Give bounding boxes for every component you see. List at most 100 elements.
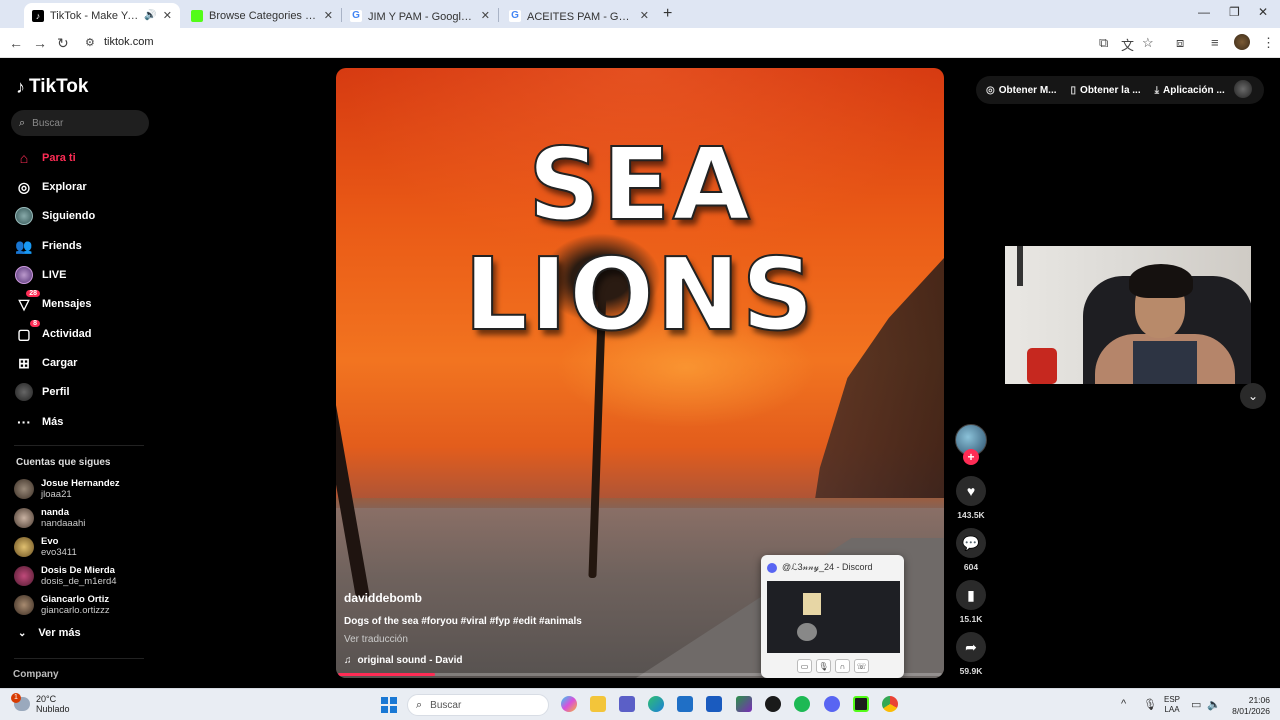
taskbar-search[interactable]: ⌕ bbox=[407, 694, 549, 716]
nav-live[interactable]: LIVE bbox=[14, 264, 66, 286]
sidebar-divider bbox=[14, 658, 144, 659]
nav-actividad[interactable]: ▢ 8 Actividad bbox=[14, 320, 92, 345]
camera-icon[interactable]: ▭ bbox=[797, 659, 812, 673]
tab-title: JIM Y PAM - Google 検索 bbox=[368, 10, 475, 23]
more-icon: ··· bbox=[17, 414, 31, 430]
back-icon[interactable]: ← bbox=[9, 35, 23, 51]
bookmark-star-icon[interactable]: ☆ bbox=[1142, 35, 1154, 51]
spotify-icon[interactable] bbox=[794, 696, 810, 712]
close-window-icon[interactable]: ✕ bbox=[1258, 5, 1268, 19]
translate-link[interactable]: Ver traducción bbox=[344, 634, 408, 645]
search-box[interactable]: ⌕ bbox=[11, 110, 149, 136]
discord-window-thumbnail[interactable] bbox=[767, 581, 900, 653]
xbox-app-icon[interactable] bbox=[736, 696, 752, 712]
get-coins-button[interactable]: ◎ Obtener M... bbox=[986, 85, 1057, 96]
nav-mas[interactable]: ··· Más bbox=[14, 411, 63, 433]
reading-list-icon[interactable]: ≡ bbox=[1211, 35, 1219, 50]
messages-icon: ▽ 28 bbox=[14, 290, 40, 314]
nav-para-ti[interactable]: ⌂ Para ti bbox=[14, 147, 76, 169]
browser-menu-icon[interactable]: ⋮ bbox=[1262, 35, 1275, 51]
comment-action[interactable]: 💬 604 bbox=[955, 528, 987, 572]
minimize-icon[interactable]: — bbox=[1198, 5, 1210, 19]
next-video-chevron-icon[interactable]: ⌄ bbox=[1240, 383, 1266, 409]
comment-icon[interactable]: 💬 bbox=[956, 528, 986, 558]
share-action[interactable]: ➦ 59.9K bbox=[955, 632, 987, 676]
desktop-app-button[interactable]: ⤓ Aplicación ... bbox=[1155, 85, 1225, 96]
reload-icon[interactable]: ↻ bbox=[57, 35, 69, 52]
edge-icon[interactable] bbox=[648, 696, 664, 712]
language-indicator[interactable]: ESP LAA bbox=[1164, 695, 1180, 715]
close-tab-icon[interactable]: ✕ bbox=[324, 9, 333, 22]
kick-app-icon[interactable] bbox=[853, 696, 869, 712]
webcam-background-frame bbox=[1017, 246, 1023, 286]
weather-widget[interactable]: 1 20°C Nublado bbox=[11, 693, 70, 714]
following-item[interactable]: Dosis De Mierda dosis_de_m1erd4 bbox=[14, 565, 117, 587]
following-item[interactable]: nanda nandaaahi bbox=[14, 507, 85, 529]
windows-start-icon[interactable] bbox=[381, 697, 397, 713]
nav-explorar[interactable]: ◎ Explorar bbox=[14, 176, 87, 198]
x-app-icon[interactable] bbox=[765, 696, 781, 712]
sound-label: original sound - David bbox=[357, 655, 463, 666]
extensions-icon[interactable]: ⧈ bbox=[1176, 35, 1184, 51]
taskbar-search-input[interactable] bbox=[430, 699, 531, 711]
file-explorer-icon[interactable] bbox=[590, 696, 606, 712]
nav-perfil[interactable]: Perfil bbox=[14, 381, 70, 403]
close-tab-icon[interactable]: ✕ bbox=[163, 9, 172, 22]
bookmark-icon[interactable]: ▮ bbox=[956, 580, 986, 610]
chrome-icon[interactable] bbox=[882, 696, 898, 712]
discord-preview-popup[interactable]: @ℒ3𝓃𝓃𝓎_24 - Discord ▭ 🎙 ∩ ☏ bbox=[761, 555, 904, 678]
volume-icon[interactable]: 🔈 bbox=[1207, 698, 1221, 711]
tab-google-aceites[interactable]: G ACEITES PAM - Google 検索 ✕ bbox=[501, 3, 657, 28]
network-icon[interactable]: ▭ bbox=[1191, 698, 1201, 711]
video-sound[interactable]: ♫ original sound - David bbox=[344, 655, 463, 666]
tray-expand-icon[interactable]: ^ bbox=[1121, 698, 1126, 710]
discord-taskbar-icon[interactable] bbox=[824, 696, 840, 712]
forward-icon[interactable]: → bbox=[33, 35, 47, 51]
nav-cargar[interactable]: ⊞ Cargar bbox=[14, 352, 77, 374]
following-item[interactable]: Josue Hernandez jloaa21 bbox=[14, 478, 120, 500]
site-info-icon[interactable]: ⚙ bbox=[85, 36, 95, 49]
close-tab-icon[interactable]: ✕ bbox=[640, 9, 649, 22]
share-icon[interactable]: ➦ bbox=[956, 632, 986, 662]
tiktok-logo[interactable]: ♪ TikTok bbox=[16, 76, 88, 98]
copilot-icon[interactable] bbox=[561, 696, 577, 712]
install-app-icon[interactable]: ⧉ bbox=[1099, 35, 1108, 51]
save-action[interactable]: ▮ 15.1K bbox=[955, 580, 987, 624]
system-clock[interactable]: 21:06 8/01/2026 bbox=[1226, 695, 1270, 717]
nav-friends[interactable]: 👥 Friends bbox=[14, 235, 81, 257]
translate-icon[interactable]: 文 bbox=[1121, 35, 1134, 54]
microphone-tray-icon[interactable]: 🎙 bbox=[1143, 698, 1157, 711]
like-action[interactable]: ♥ 143.5K bbox=[955, 476, 987, 520]
top-actions-bar: ◎ Obtener M... ▯ Obtener la ... ⤓ Aplica… bbox=[976, 76, 1264, 104]
video-author[interactable]: daviddebomb bbox=[344, 591, 422, 605]
microphone-icon[interactable]: 🎙 bbox=[816, 659, 831, 673]
restore-icon[interactable]: ❐ bbox=[1229, 5, 1240, 19]
following-item[interactable]: Evo evo3411 bbox=[14, 536, 77, 558]
follow-plus-button[interactable]: + bbox=[963, 449, 979, 465]
speaker-icon[interactable]: 🔊 bbox=[144, 10, 156, 21]
nav-label: Perfil bbox=[42, 386, 70, 398]
browser-profile-avatar[interactable] bbox=[1234, 34, 1250, 50]
outlook-icon[interactable] bbox=[677, 696, 693, 712]
user-avatar[interactable] bbox=[1234, 80, 1252, 98]
search-input[interactable] bbox=[32, 117, 133, 129]
close-tab-icon[interactable]: ✕ bbox=[481, 9, 490, 22]
new-tab-icon[interactable]: + bbox=[663, 5, 672, 23]
url-field[interactable]: tiktok.com bbox=[104, 36, 154, 48]
store-icon[interactable] bbox=[706, 696, 722, 712]
tab-tiktok[interactable]: ♪ TikTok - Make Your Day 🔊 ✕ bbox=[24, 3, 180, 28]
tab-google-jim[interactable]: G JIM Y PAM - Google 検索 ✕ bbox=[342, 3, 498, 28]
tab-kick[interactable]: Browse Categories - Kick Stream ✕ bbox=[183, 3, 341, 28]
company-link[interactable]: Company bbox=[13, 669, 59, 680]
hangup-icon[interactable]: ☏ bbox=[854, 659, 869, 673]
lang-line1: ESP bbox=[1164, 695, 1181, 704]
following-item[interactable]: Giancarlo Ortiz giancarlo.ortizzz bbox=[14, 594, 110, 616]
see-more-button[interactable]: ⌄ Ver más bbox=[18, 627, 81, 639]
get-app-button[interactable]: ▯ Obtener la ... bbox=[1071, 85, 1141, 96]
nav-siguiendo[interactable]: Siguiendo bbox=[14, 205, 95, 227]
nav-mensajes[interactable]: ▽ 28 Mensajes bbox=[14, 290, 92, 315]
headset-icon[interactable]: ∩ bbox=[835, 659, 850, 673]
teams-icon[interactable] bbox=[619, 696, 635, 712]
heart-icon[interactable]: ♥ bbox=[956, 476, 986, 506]
search-icon: ⌕ bbox=[416, 698, 423, 711]
